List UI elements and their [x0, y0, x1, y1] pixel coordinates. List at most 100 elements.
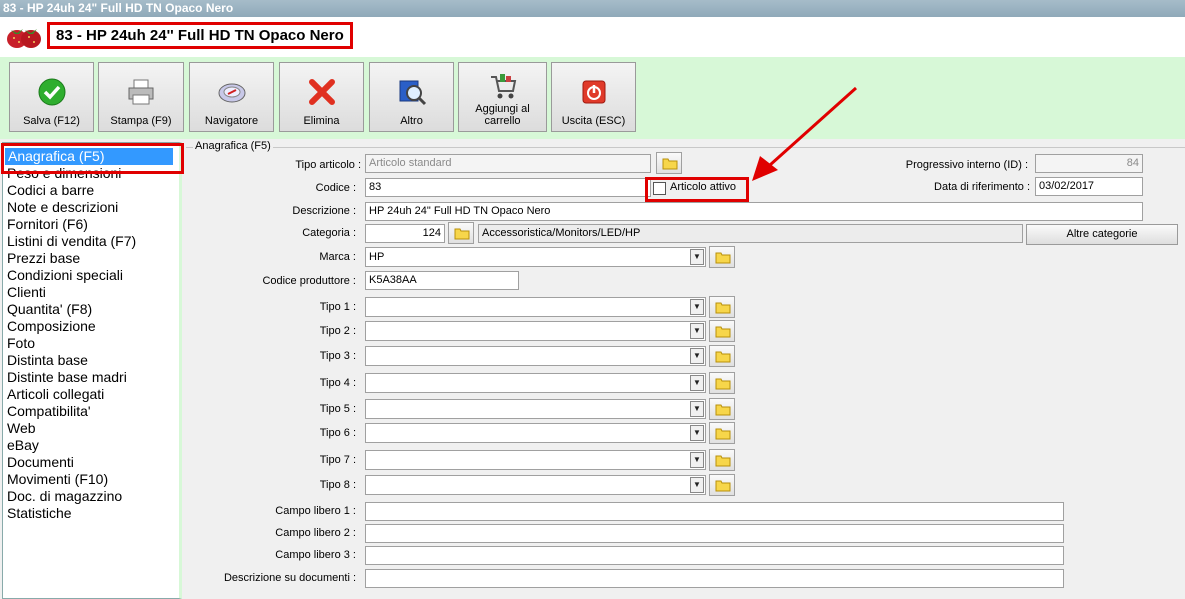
tipo-7-browse-button[interactable]: [709, 449, 735, 471]
other-label: Altro: [400, 115, 423, 127]
tipo-3-select[interactable]: ▼: [365, 346, 706, 366]
shopping-cart-icon: [488, 71, 518, 101]
chevron-down-icon: ▼: [690, 425, 704, 441]
marca-select-value: HP: [369, 251, 385, 263]
sidebar-item[interactable]: Doc. di magazzino: [7, 488, 122, 505]
tipo-5-select[interactable]: ▼: [365, 399, 706, 419]
descrizione-field[interactable]: HP 24uh 24" Full HD TN Opaco Nero: [365, 202, 1143, 221]
add-to-cart-label-line2: carrello: [484, 115, 521, 127]
sidebar-item[interactable]: Distinte base madri: [7, 369, 127, 386]
sidebar-item[interactable]: Prezzi base: [7, 250, 80, 267]
sidebar-item[interactable]: Distinta base: [7, 352, 88, 369]
toolbar: Salva (F12) Stampa (F9) Navigatore Elimi…: [0, 57, 1185, 139]
group-label: Anagrafica (F5): [193, 140, 273, 152]
articolo-attivo-checkbox[interactable]: [653, 182, 666, 195]
tipo-5-browse-button[interactable]: [709, 398, 735, 420]
delete-button[interactable]: Elimina: [279, 62, 364, 132]
print-label: Stampa (F9): [110, 115, 172, 127]
chevron-down-icon: ▼: [690, 375, 704, 391]
sidebar-item[interactable]: eBay: [7, 437, 39, 454]
categoria-path-field: Accessoristica/Monitors/LED/HP: [478, 224, 1023, 243]
tipo-1-select[interactable]: ▼: [365, 297, 706, 317]
tipo-8-select[interactable]: ▼: [365, 475, 706, 495]
campo-libero-1-label: Campo libero 1 :: [275, 505, 356, 517]
marca-label: Marca :: [319, 251, 356, 263]
sidebar-item[interactable]: Articoli collegati: [7, 386, 104, 403]
marca-select[interactable]: HP ▼: [365, 247, 706, 267]
chevron-down-icon: ▼: [690, 299, 704, 315]
sidebar-item[interactable]: Quantita' (F8): [7, 301, 92, 318]
strawberry-logo-icon: [5, 25, 43, 49]
tipo-1-browse-button[interactable]: [709, 296, 735, 318]
sidebar-item[interactable]: Statistiche: [7, 505, 72, 522]
tipo-6-browse-button[interactable]: [709, 422, 735, 444]
sidebar-item[interactable]: Fornitori (F6): [7, 216, 88, 233]
record-title: 83 - HP 24uh 24'' Full HD TN Opaco Nero: [47, 22, 353, 49]
tipo-2-browse-button[interactable]: [709, 320, 735, 342]
altre-categorie-button[interactable]: Altre categorie: [1026, 224, 1178, 245]
delete-label: Elimina: [303, 115, 340, 127]
descrizione-label: Descrizione :: [292, 205, 356, 217]
magnifier-book-icon: [397, 77, 427, 107]
chevron-down-icon: ▼: [690, 401, 704, 417]
tipo-8-label: Tipo 8 :: [319, 479, 356, 491]
sidebar-item[interactable]: Clienti: [7, 284, 46, 301]
tipo-1-label: Tipo 1 :: [319, 301, 356, 313]
tipo-4-label: Tipo 4 :: [319, 377, 356, 389]
delete-x-icon: [307, 77, 337, 107]
tipo-4-browse-button[interactable]: [709, 372, 735, 394]
checkmark-icon: [37, 77, 67, 107]
navigator-label: Navigatore: [204, 115, 259, 127]
tipo-8-browse-button[interactable]: [709, 474, 735, 496]
save-button[interactable]: Salva (F12): [9, 62, 94, 132]
tipo-6-select[interactable]: ▼: [365, 423, 706, 443]
print-button[interactable]: Stampa (F9): [98, 62, 184, 132]
tipo-2-label: Tipo 2 :: [319, 325, 356, 337]
printer-icon: [126, 77, 156, 107]
campo-libero-1-field[interactable]: [365, 502, 1064, 521]
group-divider: [186, 147, 1185, 148]
progressivo-field: 84: [1035, 154, 1143, 173]
tipo-7-select[interactable]: ▼: [365, 450, 706, 470]
sidebar-item[interactable]: Note e descrizioni: [7, 199, 118, 216]
compass-icon: [217, 77, 247, 107]
sidebar-item[interactable]: Documenti: [7, 454, 74, 471]
categoria-browse-button[interactable]: [448, 222, 474, 244]
campo-libero-3-field[interactable]: [365, 546, 1064, 565]
codice-field[interactable]: 83: [365, 178, 651, 197]
tipo-2-select[interactable]: ▼: [365, 321, 706, 341]
tipo-articolo-field[interactable]: Articolo standard: [365, 154, 651, 173]
data-riferimento-field[interactable]: 03/02/2017: [1035, 177, 1143, 196]
tipo-articolo-browse-button[interactable]: [656, 152, 682, 174]
tipo-3-label: Tipo 3 :: [319, 350, 356, 362]
sidebar-item[interactable]: Listini di vendita (F7): [7, 233, 136, 250]
codice-produttore-field[interactable]: K5A38AA: [365, 271, 519, 290]
categoria-code-field[interactable]: 124: [365, 224, 445, 243]
marca-browse-button[interactable]: [709, 246, 735, 268]
chevron-down-icon: ▼: [690, 249, 704, 265]
sidebar-item[interactable]: Movimenti (F10): [7, 471, 108, 488]
categoria-label: Categoria :: [302, 227, 356, 239]
add-to-cart-label: Aggiungi al carrello: [459, 103, 546, 127]
tipo-5-label: Tipo 5 :: [319, 403, 356, 415]
sidebar-item[interactable]: Foto: [7, 335, 35, 352]
tipo-3-browse-button[interactable]: [709, 345, 735, 367]
sidebar-item[interactable]: Composizione: [7, 318, 96, 335]
campo-libero-2-label: Campo libero 2 :: [275, 527, 356, 539]
sidebar-item[interactable]: Compatibilita': [7, 403, 91, 420]
tipo-6-label: Tipo 6 :: [319, 427, 356, 439]
chevron-down-icon: ▼: [690, 348, 704, 364]
add-to-cart-button[interactable]: Aggiungi al carrello: [458, 62, 547, 132]
exit-button[interactable]: Uscita (ESC): [551, 62, 636, 132]
window-titlebar: 83 - HP 24uh 24" Full HD TN Opaco Nero: [0, 0, 1185, 17]
codice-label: Codice :: [315, 182, 356, 194]
sidebar-item[interactable]: Condizioni speciali: [7, 267, 123, 284]
navigator-button[interactable]: Navigatore: [189, 62, 274, 132]
articolo-attivo-label[interactable]: Articolo attivo: [670, 181, 736, 193]
descrizione-documenti-field[interactable]: [365, 569, 1064, 588]
tipo-4-select[interactable]: ▼: [365, 373, 706, 393]
other-button[interactable]: Altro: [369, 62, 454, 132]
campo-libero-2-field[interactable]: [365, 524, 1064, 543]
sidebar-item[interactable]: Web: [7, 420, 36, 437]
sidebar-item[interactable]: Codici a barre: [7, 182, 94, 199]
